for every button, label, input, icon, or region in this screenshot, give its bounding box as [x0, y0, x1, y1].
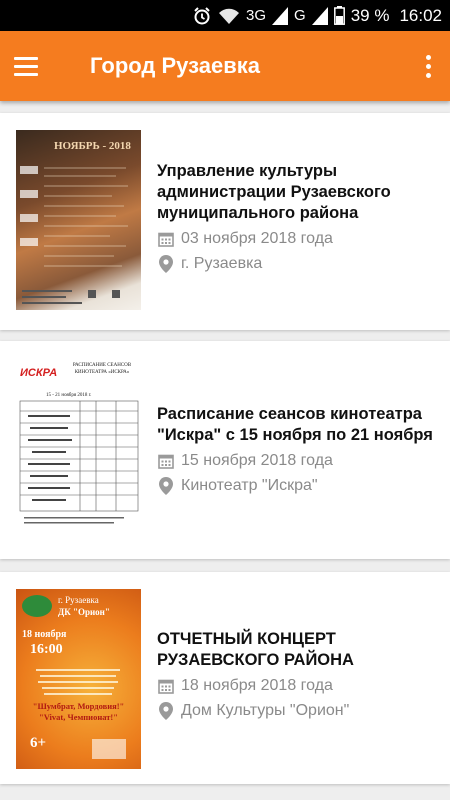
hamburger-menu-icon[interactable] — [14, 49, 54, 83]
event-card[interactable]: г. Рузаевка ДК "Орион" 18 ноября 16:00 "… — [0, 572, 450, 784]
event-thumbnail: г. Рузаевка ДК "Орион" 18 ноября 16:00 "… — [16, 589, 141, 769]
event-location-text: г. Рузаевка — [181, 255, 263, 272]
event-title: Расписание сеансов кинотеатра "Искра" с … — [157, 405, 433, 444]
network-type-2: G — [294, 7, 306, 24]
thumbnail-age: 6+ — [30, 735, 47, 751]
event-date: 18 ноября 2018 года — [157, 677, 444, 695]
location-pin-icon — [157, 702, 175, 720]
event-location-text: Дом Культуры "Орион" — [181, 702, 350, 719]
calendar-icon — [157, 230, 175, 248]
status-bar: 3G G 39 % 16:02 — [0, 0, 450, 31]
network-type-1: 3G — [246, 7, 267, 24]
alarm-icon — [192, 6, 212, 26]
wifi-icon — [218, 7, 240, 25]
calendar-icon — [157, 677, 175, 695]
event-card[interactable]: ИСКРА РАСПИСАНИЕ СЕАНСОВ КИНОТЕАТРА «ИСК… — [0, 341, 450, 559]
event-location-text: Кинотеатр "Искра" — [181, 477, 318, 494]
event-location: г. Рузаевка — [157, 255, 444, 273]
event-date: 15 ноября 2018 года — [157, 452, 444, 470]
event-date-text: 18 ноября 2018 года — [181, 677, 333, 694]
location-pin-icon — [157, 477, 175, 495]
event-location: Дом Культуры "Орион" — [157, 702, 444, 720]
thumbnail-slogan: "Шумбрат, Мордовия!" "Vivat, Чемпионат!" — [32, 701, 125, 722]
app-title: Город Рузаевка — [90, 53, 260, 78]
location-pin-icon — [157, 255, 175, 273]
calendar-icon — [157, 452, 175, 470]
signal-icon-2 — [311, 6, 328, 25]
event-date: 03 ноября 2018 года — [157, 230, 444, 248]
event-date-text: 03 ноября 2018 года — [181, 230, 333, 247]
event-title: ОТЧЕТНЫЙ КОНЦЕРТ РУЗАЕВСКОГО РАЙОНА — [157, 630, 354, 669]
app-bar: Город Рузаевка — [0, 31, 450, 101]
event-title: Управление культуры администрации Рузаев… — [157, 162, 391, 222]
event-date-text: 15 ноября 2018 года — [181, 452, 333, 469]
event-thumbnail: НОЯБРЬ - 2018 — [16, 130, 141, 310]
battery-icon — [333, 6, 345, 25]
signal-icon — [272, 6, 289, 25]
more-options-icon[interactable] — [418, 51, 438, 81]
event-card[interactable]: НОЯБРЬ - 2018 Управление культуры админи… — [0, 113, 450, 330]
event-location: Кинотеатр "Искра" — [157, 477, 444, 495]
clock: 16:02 — [399, 5, 442, 25]
battery-level: 39 % — [350, 5, 390, 25]
schedule-table — [19, 400, 139, 524]
poster-texture — [20, 166, 128, 304]
event-thumbnail: ИСКРА РАСПИСАНИЕ СЕАНСОВ КИНОТЕАТРА «ИСК… — [16, 357, 141, 537]
